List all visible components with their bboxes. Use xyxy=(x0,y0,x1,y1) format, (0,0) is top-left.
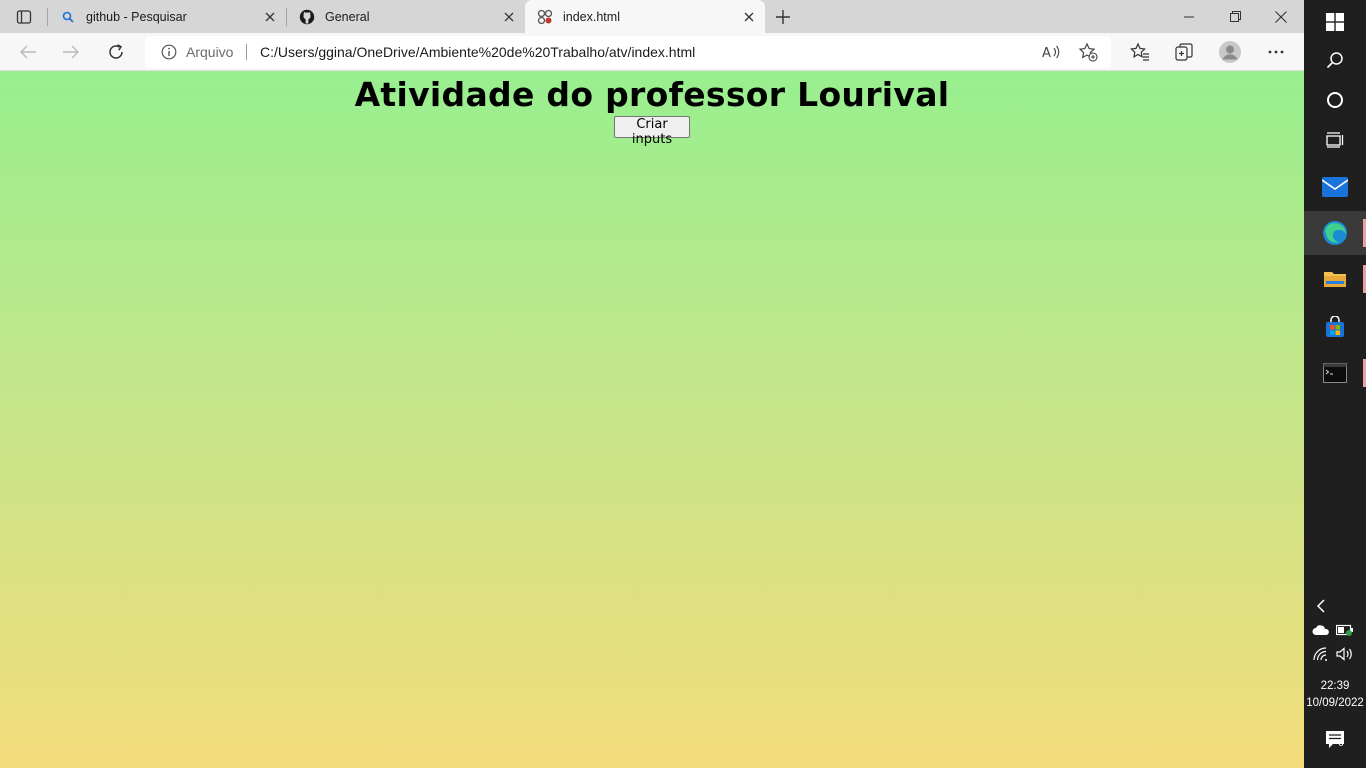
site-scheme-label: Arquivo xyxy=(186,44,234,60)
refresh-icon xyxy=(109,44,123,59)
minimize-icon xyxy=(1184,16,1194,17)
volume-tray-button[interactable] xyxy=(1335,644,1355,664)
chevron-left-icon xyxy=(1316,599,1325,613)
add-favorite-icon[interactable] xyxy=(1078,42,1098,62)
collections-icon xyxy=(1175,43,1193,61)
taskbar-terminal[interactable] xyxy=(1304,351,1366,395)
favorites-button[interactable] xyxy=(1125,37,1155,67)
close-window-button[interactable] xyxy=(1258,0,1304,33)
tab-index-html[interactable]: index.html xyxy=(525,0,765,33)
search-icon xyxy=(1326,52,1343,69)
notification-count-badge: 6 xyxy=(1338,738,1344,749)
refresh-button[interactable] xyxy=(101,37,131,67)
address-divider xyxy=(246,44,247,60)
tab-strip: github - Pesquisar General index.html xyxy=(0,0,1304,33)
criar-inputs-button[interactable]: Criar inputs xyxy=(614,116,690,147)
new-tab-button[interactable] xyxy=(770,4,796,30)
onedrive-tray-button[interactable] xyxy=(1311,620,1331,640)
task-view-icon xyxy=(1326,132,1344,148)
browser-toolbar: Arquivo C:/Users/ggina/OneDrive/Ambiente… xyxy=(0,33,1304,71)
collections-button[interactable] xyxy=(1169,37,1199,67)
close-tab-button[interactable] xyxy=(499,7,519,27)
folder-icon xyxy=(1324,272,1346,287)
clock-date[interactable]: 10/09/2022 xyxy=(1304,697,1366,709)
more-icon xyxy=(1268,50,1284,54)
battery-icon xyxy=(1336,624,1353,636)
close-icon xyxy=(265,12,275,21)
clock-time[interactable]: 22:39 xyxy=(1304,680,1366,692)
tab-actions-button[interactable] xyxy=(8,4,40,30)
close-tab-button[interactable] xyxy=(260,7,280,27)
taskbar-file-explorer[interactable] xyxy=(1304,257,1366,301)
terminal-icon xyxy=(1323,363,1347,383)
taskbar xyxy=(1304,0,1366,768)
avatar-icon xyxy=(1219,41,1241,63)
svg-text:A: A xyxy=(1042,46,1051,61)
mail-icon xyxy=(1322,177,1348,197)
page-viewport: Atividade do professor Lourival Criar in… xyxy=(0,71,1304,768)
restore-icon xyxy=(1229,11,1241,22)
restore-button[interactable] xyxy=(1212,0,1258,33)
github-icon xyxy=(299,9,315,25)
local-file-icon xyxy=(537,9,553,25)
task-view-button[interactable] xyxy=(1304,118,1366,162)
url-text[interactable]: C:/Users/ggina/OneDrive/Ambiente%20de%20… xyxy=(260,44,695,60)
plus-icon xyxy=(776,10,790,24)
network-tray-button[interactable] xyxy=(1311,644,1331,664)
taskbar-edge[interactable] xyxy=(1304,211,1366,255)
taskbar-store[interactable] xyxy=(1304,305,1366,349)
battery-tray-button[interactable] xyxy=(1335,620,1355,640)
close-icon xyxy=(744,12,754,21)
close-icon xyxy=(1275,10,1287,23)
show-hidden-icons-button[interactable] xyxy=(1311,596,1331,616)
speaker-icon xyxy=(1336,647,1352,661)
wifi-icon xyxy=(1313,647,1327,661)
notification-icon[interactable] xyxy=(1325,730,1349,752)
minimize-button[interactable] xyxy=(1166,0,1212,33)
tab-github-search[interactable]: github - Pesquisar xyxy=(48,0,286,33)
cortana-icon xyxy=(1327,92,1343,108)
page-title: Atividade do professor Lourival xyxy=(354,75,950,114)
info-icon[interactable] xyxy=(161,44,177,60)
tab-general[interactable]: General xyxy=(287,0,525,33)
store-icon xyxy=(1326,316,1344,337)
taskbar-mail[interactable] xyxy=(1304,165,1366,209)
settings-menu-button[interactable] xyxy=(1261,37,1291,67)
close-tab-button[interactable] xyxy=(739,7,759,27)
profile-button[interactable] xyxy=(1215,37,1245,67)
back-button[interactable] xyxy=(13,37,43,67)
arrow-right-icon xyxy=(63,45,79,59)
cloud-icon xyxy=(1312,625,1329,635)
windows-icon xyxy=(1326,13,1344,31)
edge-icon xyxy=(1323,221,1347,245)
read-aloud-icon[interactable]: A xyxy=(1041,42,1061,62)
tab-title: index.html xyxy=(563,9,620,24)
arrow-left-icon xyxy=(20,45,36,59)
tab-title: github - Pesquisar xyxy=(86,9,187,24)
close-icon xyxy=(504,12,514,21)
search-icon xyxy=(60,9,76,25)
address-bar[interactable]: Arquivo C:/Users/ggina/OneDrive/Ambiente… xyxy=(145,36,1111,68)
forward-button[interactable] xyxy=(56,37,86,67)
favorites-icon xyxy=(1130,42,1149,61)
tab-title: General xyxy=(325,9,370,24)
search-button[interactable] xyxy=(1304,38,1366,82)
browser-window: github - Pesquisar General index.html Ar… xyxy=(0,0,1304,768)
tab-actions-icon xyxy=(16,10,32,24)
cortana-button[interactable] xyxy=(1304,78,1366,122)
